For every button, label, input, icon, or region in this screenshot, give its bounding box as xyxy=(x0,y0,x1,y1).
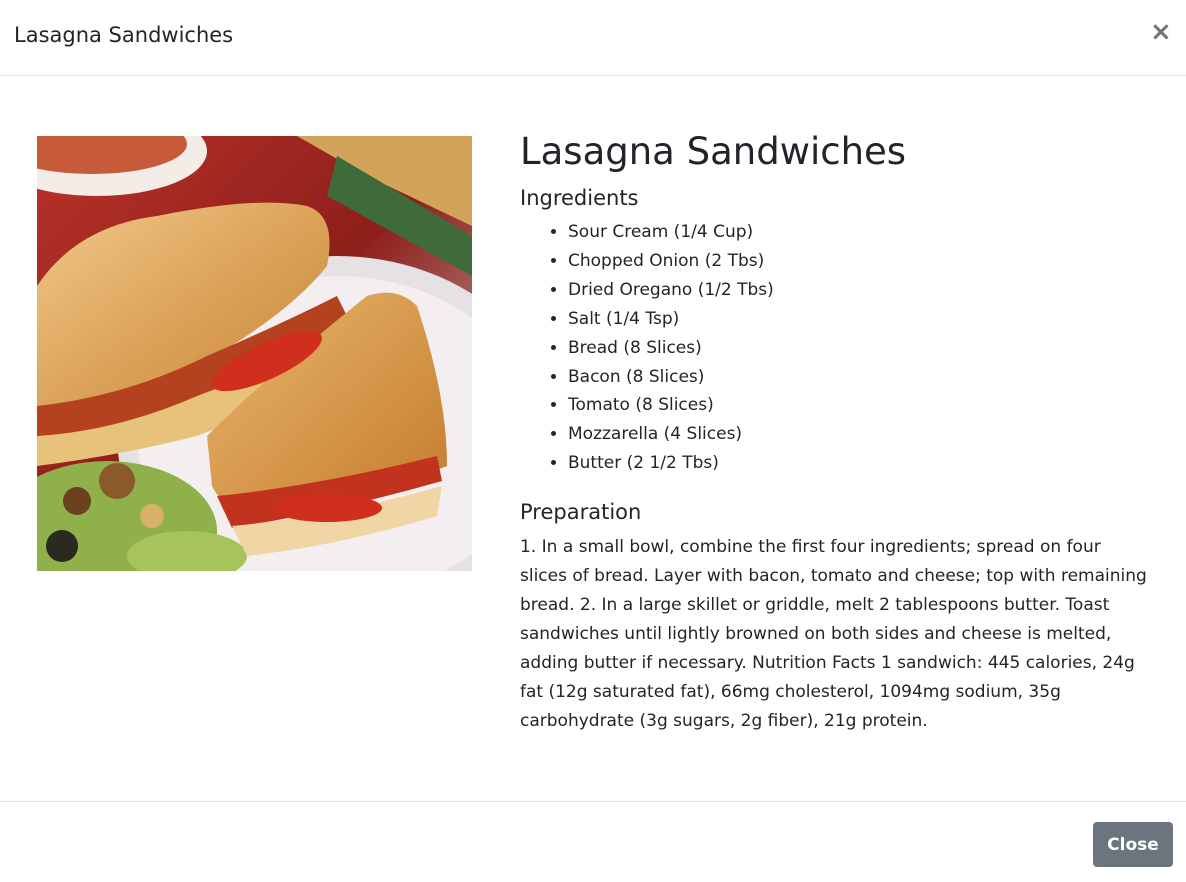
list-item: Bacon (8 Slices) xyxy=(568,363,1160,392)
list-item: Butter (2 1/2 Tbs) xyxy=(568,449,1160,478)
recipe-modal: Lasagna Sandwiches × Lasagna Sandwiches … xyxy=(0,0,1186,882)
preparation-heading: Preparation xyxy=(520,500,642,525)
close-icon[interactable]: × xyxy=(1150,18,1172,46)
list-item: Sour Cream (1/4 Cup) xyxy=(568,218,1160,247)
list-item: Mozzarella (4 Slices) xyxy=(568,420,1160,449)
modal-footer: Close xyxy=(0,801,1186,882)
list-item: Bread (8 Slices) xyxy=(568,334,1160,363)
recipe-info: Lasagna Sandwiches Ingredients Sour Crea… xyxy=(520,132,1160,736)
modal-body: Lasagna Sandwiches Ingredients Sour Crea… xyxy=(0,76,1186,801)
list-item: Dried Oregano (1/2 Tbs) xyxy=(568,276,1160,305)
list-item: Tomato (8 Slices) xyxy=(568,391,1160,420)
recipe-title: Lasagna Sandwiches xyxy=(520,130,907,173)
recipe-image xyxy=(37,136,472,571)
preparation-text: 1. In a small bowl, combine the first fo… xyxy=(520,537,1147,731)
list-item: Salt (1/4 Tsp) xyxy=(568,305,1160,334)
modal-title: Lasagna Sandwiches xyxy=(14,23,234,47)
modal-header: Lasagna Sandwiches × xyxy=(0,0,1186,76)
close-button[interactable]: Close xyxy=(1093,822,1173,867)
ingredients-heading: Ingredients xyxy=(520,186,639,210)
list-item: Chopped Onion (2 Tbs) xyxy=(568,247,1160,276)
ingredients-list: Sour Cream (1/4 Cup) Chopped Onion (2 Tb… xyxy=(520,218,1160,478)
